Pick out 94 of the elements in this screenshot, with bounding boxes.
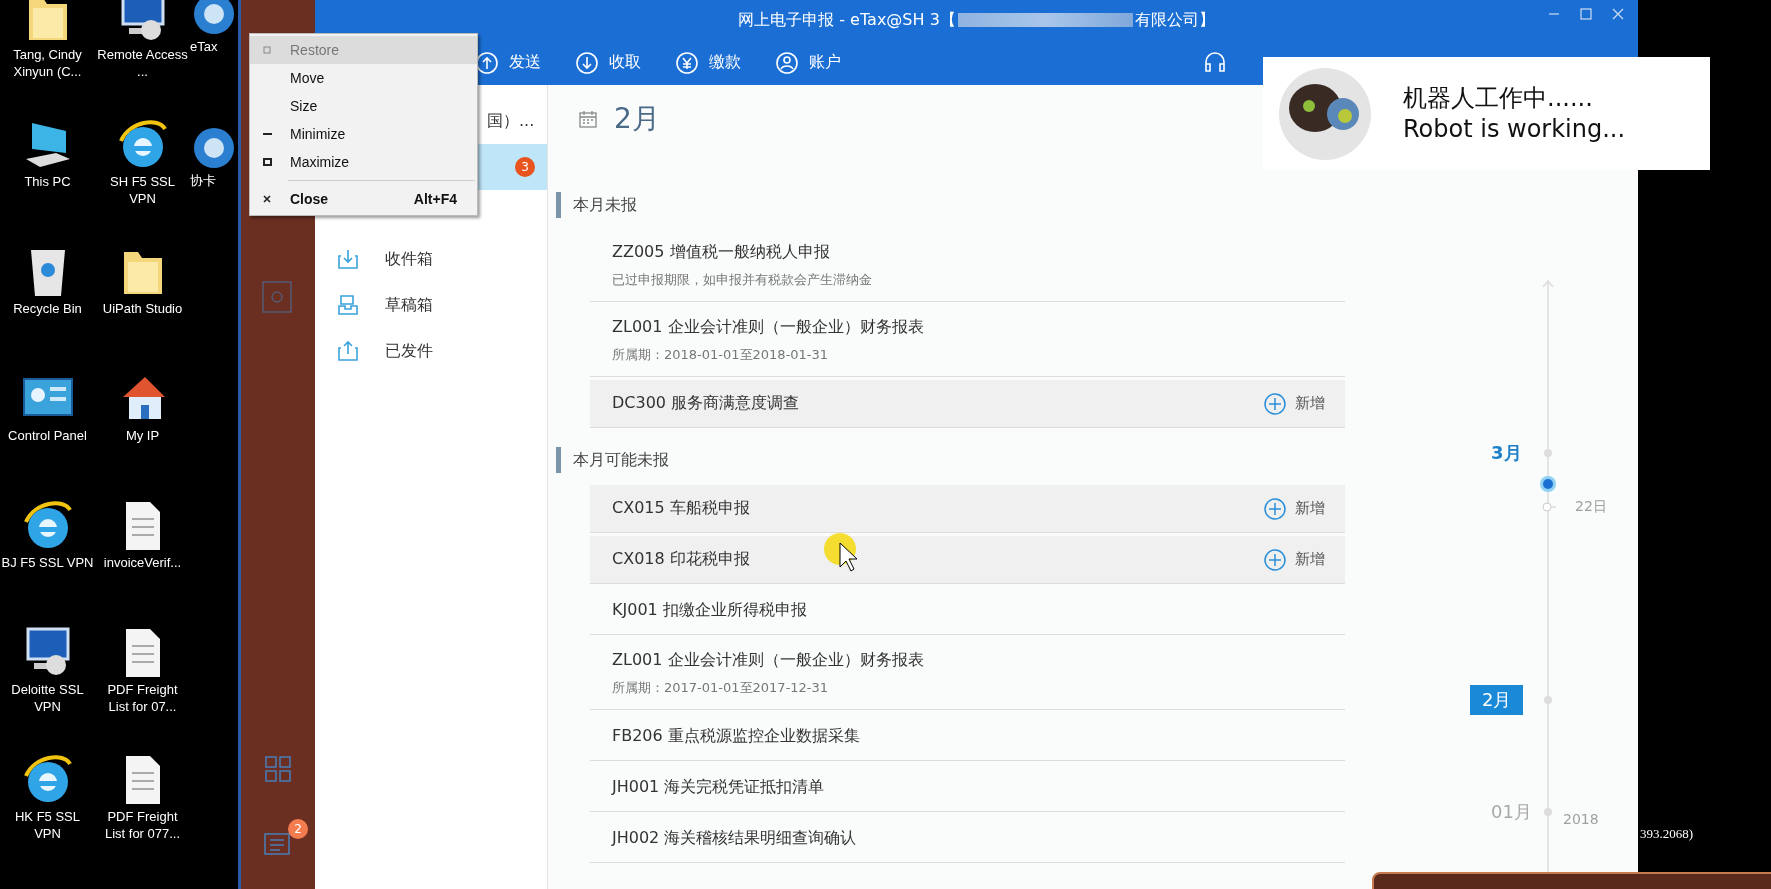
- yen-icon: [675, 50, 699, 75]
- timeline-dot: [1543, 807, 1553, 817]
- maximize-icon: [262, 158, 272, 166]
- desktop-icon-label[interactable]: Tang, Cindy Xinyun (C...: [1, 46, 94, 80]
- month-title: 2月: [614, 100, 660, 137]
- plus-icon: [1263, 391, 1287, 416]
- plus-icon: [1263, 496, 1287, 521]
- report-row[interactable]: DC300 服务商满意度调查 新增: [590, 380, 1345, 428]
- timeline-day: 22日: [1575, 498, 1607, 516]
- report-row[interactable]: JH001 海关完税凭证抵扣清单: [590, 764, 1345, 812]
- nav-button[interactable]: 发送: [475, 50, 541, 75]
- desktop-icon-label[interactable]: HK F5 SSL VPN: [1, 808, 94, 842]
- calendar-icon: [578, 108, 598, 129]
- section-title: 本月可能未报: [556, 447, 1443, 473]
- report-row[interactable]: CX015 车船税申报 新增: [590, 485, 1345, 533]
- grid-icon[interactable]: [264, 755, 292, 783]
- desktop-icon-label[interactable]: eTax: [190, 38, 218, 55]
- report-name: JH001 海关完税凭证抵扣清单: [612, 777, 825, 798]
- upload-icon: [337, 340, 359, 362]
- at-sign-icon: [261, 280, 295, 314]
- report-row[interactable]: ZL001 企业会计准则（一般企业）财务报表 所属期：2018-01-01至2018-01-31: [590, 305, 1345, 377]
- shortcut-label: Alt+F4: [413, 191, 457, 207]
- report-row[interactable]: ZL001 企业会计准则（一般企业）财务报表 所属期：2017-01-01至2017-12-31: [590, 638, 1345, 710]
- close-icon[interactable]: [1612, 8, 1624, 20]
- desktop-icon-label[interactable]: Remote Access ...: [96, 46, 189, 80]
- desktop-icon-label[interactable]: Control Panel: [1, 427, 94, 444]
- upload-icon: [475, 50, 499, 75]
- menu-item[interactable]: Size: [250, 92, 477, 120]
- maximize-icon[interactable]: [1580, 8, 1592, 20]
- day-marker: [1541, 501, 1557, 513]
- desktop-icon-label[interactable]: Recycle Bin: [1, 300, 94, 317]
- report-row[interactable]: FB206 重点税源监控企业数据采集: [590, 713, 1345, 761]
- notification-badge: 2: [288, 819, 308, 839]
- report-name: CX018 印花税申报: [612, 549, 750, 570]
- user-icon: [775, 50, 799, 75]
- minimize-icon: [262, 132, 272, 136]
- timeline-year: 2018: [1563, 811, 1599, 827]
- report-name: CX015 车船税申报: [612, 498, 750, 519]
- add-button[interactable]: 新增: [1257, 390, 1331, 417]
- report-name: KJ001 扣缴企业所得税申报: [612, 600, 807, 621]
- section-title: 本月未报: [556, 192, 1443, 218]
- report-row[interactable]: ZZ005 增值税一般纳税人申报 已过申报期限，如申报并有税款会产生滞纳金: [590, 230, 1345, 302]
- inbox-icon: [337, 248, 359, 270]
- folder-item[interactable]: 收件箱: [315, 236, 547, 282]
- report-row[interactable]: JH002 海关稽核结果明细查询确认: [590, 815, 1345, 863]
- report-name: ZZ005 增值税一般纳税人申报: [612, 242, 830, 263]
- report-row[interactable]: KJ001 扣缴企业所得税申报: [590, 587, 1345, 635]
- restore-icon: [263, 46, 271, 54]
- menu-item[interactable]: Minimize: [250, 120, 477, 148]
- timeline-month[interactable]: 2月: [1470, 685, 1524, 715]
- menu-item[interactable]: Move: [250, 64, 477, 92]
- report-name: ZL001 企业会计准则（一般企业）财务报表: [612, 317, 924, 338]
- background-text: 393.2068): [1640, 826, 1694, 842]
- desktop-icon-label[interactable]: BJ F5 SSL VPN: [1, 554, 94, 571]
- desktop-icon-label[interactable]: Deloitte SSL VPN: [1, 681, 94, 715]
- nav-button[interactable]: 账户: [775, 50, 841, 75]
- download-icon: [575, 50, 599, 75]
- desktop-icon-label[interactable]: PDF Freight List for 077...: [96, 808, 189, 842]
- timeline-month[interactable]: 3月: [1479, 438, 1534, 468]
- report-name: FB206 重点税源监控企业数据采集: [612, 726, 860, 747]
- desktop-icon-label[interactable]: SH F5 SSL VPN: [96, 173, 189, 207]
- list-icon[interactable]: [264, 833, 292, 857]
- report-row[interactable]: CX018 印花税申报 新增: [590, 536, 1345, 584]
- folder-item[interactable]: 已发件: [315, 328, 547, 374]
- desktop-icon-label[interactable]: PDF Freight List for 07...: [96, 681, 189, 715]
- plus-icon: [1263, 547, 1287, 572]
- menu-item[interactable]: Close Alt+F4: [250, 185, 477, 213]
- desktop-icon-label[interactable]: invoiceVerif...: [96, 554, 189, 571]
- desktop-icon-label[interactable]: This PC: [1, 173, 94, 190]
- timeline-dot: [1543, 695, 1553, 705]
- window-title: 网上电子申报 - eTax@SH 3【: [738, 9, 956, 31]
- menu-item[interactable]: Maximize: [250, 148, 477, 176]
- report-note: 所属期：2018-01-01至2018-01-31: [612, 346, 829, 364]
- nav-button[interactable]: 缴款: [675, 50, 741, 75]
- report-name: ZL001 企业会计准则（一般企业）财务报表: [612, 650, 924, 671]
- folder-item[interactable]: 草稿箱: [315, 282, 547, 328]
- add-button[interactable]: 新增: [1257, 495, 1331, 522]
- status-message: Robot is working...: [1403, 113, 1626, 145]
- timeline-dot: [1543, 448, 1553, 458]
- report-note: 所属期：2017-01-01至2017-12-31: [612, 679, 829, 697]
- desktop-icon-label[interactable]: My IP: [96, 427, 189, 444]
- nav-button[interactable]: 收取: [575, 50, 641, 75]
- robot-icon: [1277, 65, 1373, 162]
- close-icon: [263, 195, 271, 203]
- desktop-icon-label[interactable]: 协卡: [190, 172, 216, 189]
- report-name: DC300 服务商满意度调查: [612, 393, 800, 414]
- status-message: 机器人工作中......: [1403, 82, 1594, 114]
- count-badge: 3: [515, 157, 535, 177]
- window-title: 有限公司】: [1134, 9, 1215, 31]
- desktop-icon-label[interactable]: UiPath Studio: [96, 300, 189, 317]
- report-note: 已过申报期限，如申报并有税款会产生滞纳金: [612, 271, 872, 289]
- tray-icon: [337, 294, 359, 316]
- report-name: JH002 海关稽核结果明细查询确认: [612, 828, 857, 849]
- add-button[interactable]: 新增: [1257, 546, 1331, 573]
